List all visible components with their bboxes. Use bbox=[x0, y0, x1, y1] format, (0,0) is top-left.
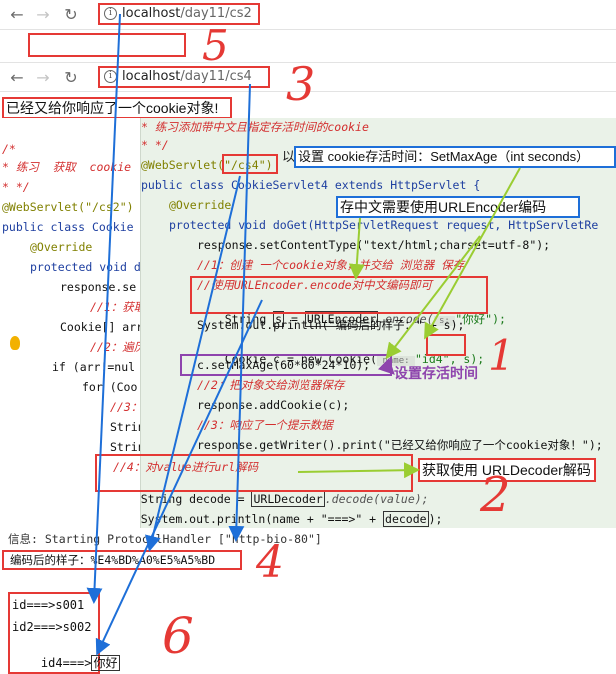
console-encoded-line: 编码后的样子：%E4%BD%A0%E5%A5%BD bbox=[10, 553, 216, 567]
code-line: //3： bbox=[110, 400, 143, 414]
webservlet-path-highlight bbox=[222, 154, 278, 174]
browser-toolbar-cs2: ← → ↻ i localhost/day11/cs2 bbox=[0, 0, 616, 30]
forward-arrow-icon[interactable]: → bbox=[32, 67, 54, 89]
setmaxage-highlight bbox=[180, 354, 392, 376]
code-line: * */ bbox=[141, 138, 169, 152]
address-bar[interactable]: i localhost/day11/cs4 bbox=[98, 66, 270, 88]
code-line: @Override bbox=[30, 240, 93, 254]
code-line: //2：遍历 bbox=[90, 340, 146, 354]
code-line: //1：创建 一个cookie对象，并交给 浏览器 保存 bbox=[197, 258, 465, 272]
site-info-icon[interactable]: i bbox=[104, 7, 117, 20]
annotation-number-3: 3 bbox=[286, 57, 316, 111]
callout-set-alive: 设置存活时间 bbox=[394, 365, 478, 381]
code-line: //2：把对象交给浏览器保存 bbox=[197, 378, 345, 392]
code-line: * 练习添加带中文且指定存活时间的cookie bbox=[141, 120, 369, 134]
annotation-number-2: 2 bbox=[480, 467, 511, 523]
url-path: /day11/cs2 bbox=[180, 6, 252, 21]
id4-highlight bbox=[426, 334, 466, 356]
address-bar[interactable]: i localhost/day11/cs2 bbox=[98, 3, 260, 25]
code-line: for (Coo bbox=[82, 380, 138, 394]
callout-urlencoder: 存中文需要使用URLEncoder编码 bbox=[336, 196, 580, 218]
code-line: public class Cookie bbox=[2, 220, 134, 234]
console-line: id2===>s002 bbox=[12, 620, 92, 634]
code-line: response.getWriter().print("已经又给你响应了一个co… bbox=[197, 438, 603, 452]
annotation-number-1: 1 bbox=[488, 331, 515, 380]
code-line: protected void d bbox=[30, 260, 141, 274]
code-line: @Override bbox=[169, 198, 232, 212]
empty-response-highlight bbox=[28, 33, 186, 57]
annotation-number-6: 6 bbox=[162, 607, 194, 665]
decoder-block-highlight bbox=[95, 454, 413, 492]
console-line: id4===> 你好 bbox=[12, 642, 120, 674]
code-line: response.addCookie(c); bbox=[197, 398, 350, 412]
reload-icon[interactable]: ↻ bbox=[60, 67, 82, 89]
code-line: * */ bbox=[2, 180, 30, 194]
code-line: protected void doGet(HttpServletRequest … bbox=[169, 218, 599, 232]
code-line: public class CookieServlet4 extends Http… bbox=[141, 178, 481, 192]
code-token: ); bbox=[428, 512, 443, 526]
console-output: 信息: Starting ProtocolHandler ["http-bio-… bbox=[0, 528, 616, 674]
code-line: * 练习 获取 cookie bbox=[2, 160, 132, 174]
code-token: System.out.println(name + "===>" + bbox=[140, 512, 384, 526]
url-host: localhost bbox=[122, 69, 181, 84]
code-line: Cookie[] arr bbox=[60, 320, 144, 334]
reload-icon[interactable]: ↻ bbox=[60, 4, 82, 26]
decoded-value-highlight: 你好 bbox=[91, 655, 120, 671]
code-line: //3：响应了一个提示数据 bbox=[197, 418, 333, 432]
lightbulb-icon[interactable] bbox=[10, 336, 20, 350]
code-token: id4===> bbox=[40, 656, 92, 670]
response-text: 已经又给你响应了一个cookie对象! bbox=[2, 97, 232, 119]
code-line: if (arr!=nul bbox=[52, 360, 136, 374]
code-line: response.setContentType("text/html;chars… bbox=[197, 238, 551, 252]
url-path: /day11/cs4 bbox=[180, 69, 252, 84]
forward-arrow-icon[interactable]: → bbox=[32, 4, 54, 26]
url-host: localhost bbox=[122, 6, 181, 21]
console-line: id===>s001 bbox=[12, 598, 85, 612]
back-arrow-icon[interactable]: ← bbox=[6, 4, 28, 26]
annotation-number-4: 4 bbox=[256, 537, 284, 588]
encoded-output-highlight: 编码后的样子：%E4%BD%A0%E5%A5%BD bbox=[2, 550, 242, 570]
site-info-icon[interactable]: i bbox=[104, 70, 117, 83]
code-line: /* bbox=[2, 142, 16, 156]
code-line: @WebServlet("/cs2") bbox=[2, 200, 134, 214]
callout-set-max-age: 设置 cookie存活时间：SetMaxAge（int seconds） bbox=[294, 146, 616, 168]
decode-highlight: decode bbox=[383, 511, 429, 527]
back-arrow-icon[interactable]: ← bbox=[6, 67, 28, 89]
code-line: System.out.println("编码后的样子：" + s); bbox=[197, 318, 465, 332]
code-line: response.se bbox=[60, 280, 137, 294]
code-line: //1：获取 bbox=[90, 300, 146, 314]
encoder-block-highlight bbox=[190, 276, 488, 314]
